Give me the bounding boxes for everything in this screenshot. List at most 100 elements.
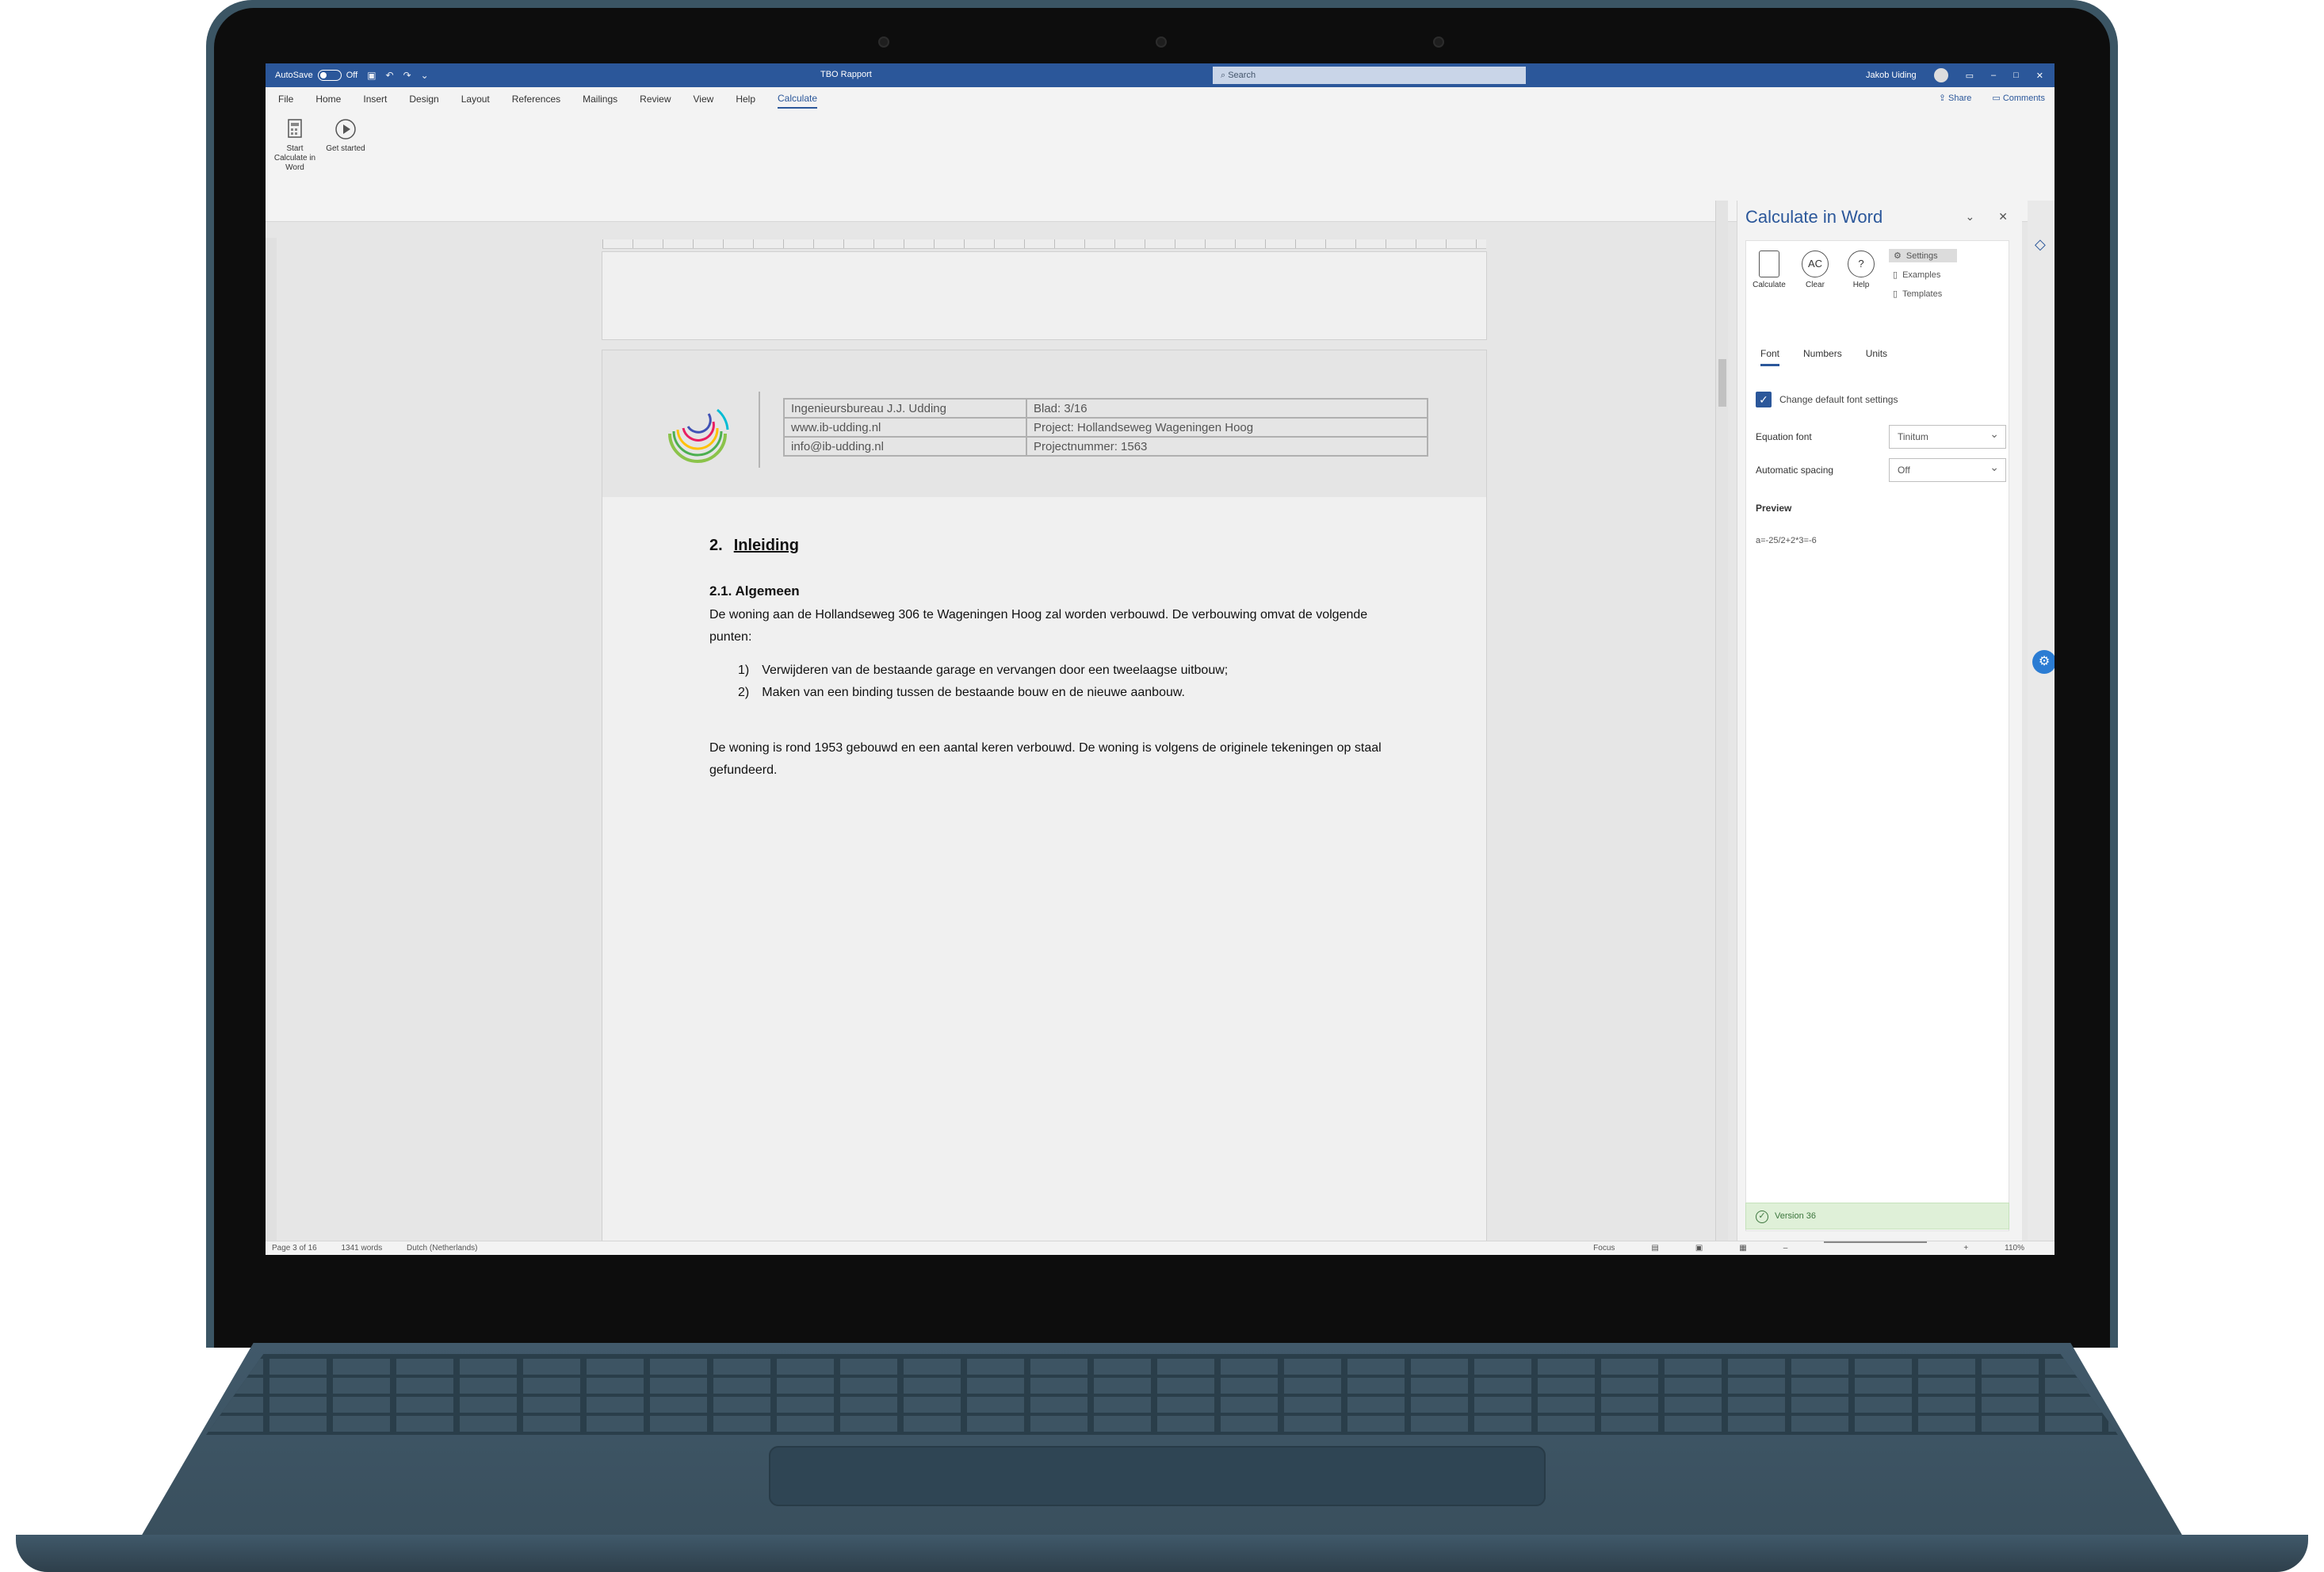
- ribbon-tabs: File Home Insert Design Layout Reference…: [266, 87, 2055, 111]
- document-icon: ▯: [1893, 289, 1898, 299]
- auto-spacing-label: Automatic spacing: [1756, 465, 1834, 476]
- search-placeholder: Search: [1228, 71, 1256, 80]
- previous-page: [602, 252, 1486, 339]
- equation-font-select[interactable]: Tinitum: [1889, 423, 2006, 449]
- start-calculate-button[interactable]: Start Calculate in Word: [270, 117, 319, 173]
- tab-review[interactable]: Review: [640, 90, 671, 108]
- default-font-checkbox-row: ✓ Change default font settings: [1756, 392, 1898, 407]
- autosave[interactable]: AutoSave Off: [275, 70, 357, 81]
- save-icon[interactable]: ▣: [367, 70, 376, 81]
- tab-references[interactable]: References: [512, 90, 560, 108]
- read-mode-icon[interactable]: ▤: [1651, 1241, 1658, 1255]
- task-pane: Calculate in Word ⌄ ✕ Calculate AC Clear…: [1737, 201, 2022, 1241]
- examples-link[interactable]: ▯ Examples: [1893, 270, 1940, 281]
- close-icon[interactable]: ✕: [2036, 71, 2043, 81]
- company-logo: [668, 408, 729, 463]
- templates-label: Templates: [1902, 289, 1943, 299]
- share-label: Share: [1948, 94, 1972, 103]
- table-row: info@ib-udding.nl Projectnummer: 1563: [783, 436, 1428, 457]
- document-scrollbar[interactable]: [1715, 201, 1728, 1241]
- pane-close-icon[interactable]: ✕: [1998, 210, 2008, 224]
- settings-label: Settings: [1905, 251, 1938, 261]
- language-indicator[interactable]: Dutch (Netherlands): [407, 1244, 477, 1253]
- ribbon-display-icon[interactable]: ▭: [1966, 71, 1974, 81]
- maximize-icon[interactable]: □: [2013, 71, 2019, 80]
- addin-icon[interactable]: ⚙: [2032, 650, 2055, 674]
- get-started-button[interactable]: Get started: [321, 117, 370, 154]
- focus-button[interactable]: Focus: [1593, 1241, 1615, 1255]
- customize-icon[interactable]: ⌄: [421, 70, 429, 81]
- calculate-button[interactable]: Calculate: [1749, 251, 1789, 289]
- tab-home[interactable]: Home: [315, 90, 341, 108]
- help-button[interactable]: ? Help: [1841, 251, 1881, 289]
- tab-font[interactable]: Font: [1760, 348, 1780, 366]
- heading-text: Inleiding: [733, 537, 799, 554]
- checkbox-label: Change default font settings: [1779, 394, 1898, 405]
- web-layout-icon[interactable]: ▦: [1739, 1241, 1746, 1255]
- tab-file[interactable]: File: [278, 90, 293, 108]
- tab-calculate[interactable]: Calculate: [778, 90, 818, 109]
- equation-font-label: Equation font: [1756, 431, 1812, 442]
- comments-button[interactable]: ▭ Comments: [1992, 93, 2045, 103]
- templates-link[interactable]: ▯ Templates: [1893, 289, 1943, 300]
- zoom-in-icon[interactable]: +: [1963, 1241, 1968, 1255]
- preview-label: Preview: [1756, 503, 1792, 514]
- tab-insert[interactable]: Insert: [363, 90, 387, 108]
- share-area: ⇪ Share ▭ Comments: [1939, 93, 2045, 103]
- calculate-icon: [1759, 251, 1779, 277]
- screen: AutoSave Off ▣ ↶ ↷ ⌄ TBO Rapport ⌕ Searc…: [266, 63, 2055, 1255]
- preview-text: a=-25/2+2*3=-6: [1756, 536, 1817, 545]
- table-cell: Ingenieursbureau J.J. Udding: [783, 398, 1027, 419]
- tab-layout[interactable]: Layout: [461, 90, 490, 108]
- default-font-checkbox[interactable]: ✓: [1756, 392, 1772, 407]
- clear-label: Clear: [1806, 281, 1825, 289]
- table-cell: Project: Hollandseweg Wageningen Hoog: [1026, 417, 1428, 438]
- document-body[interactable]: 2. Inleiding 2.1. Algemeen De woning aan…: [709, 537, 1391, 782]
- touchpad: [769, 1446, 1546, 1506]
- document-page[interactable]: Ingenieursbureau J.J. Udding Blad: 3/16 …: [602, 350, 1486, 1255]
- pin-icon[interactable]: ◇: [2035, 236, 2046, 253]
- section-heading: 2. Inleiding: [709, 537, 1391, 555]
- table-row: www.ib-udding.nl Project: Hollandseweg W…: [783, 417, 1428, 438]
- clear-button[interactable]: AC Clear: [1795, 251, 1835, 289]
- tab-units[interactable]: Units: [1866, 348, 1887, 366]
- zoom-slider[interactable]: [1824, 1241, 1928, 1243]
- document-title[interactable]: TBO Rapport: [820, 70, 872, 79]
- share-button[interactable]: ⇪ Share: [1939, 93, 1972, 103]
- autosave-toggle[interactable]: [317, 70, 342, 81]
- list-number: 2): [738, 686, 750, 699]
- sensor-dot: [878, 36, 889, 48]
- play-icon: [335, 119, 356, 140]
- undo-icon[interactable]: ↶: [386, 70, 394, 81]
- zoom-out-icon[interactable]: –: [1783, 1241, 1788, 1255]
- calculator-doc-icon: [288, 119, 302, 138]
- word-count[interactable]: 1341 words: [342, 1244, 383, 1253]
- user-name[interactable]: Jakob Uiding: [1866, 71, 1917, 80]
- version-label: Version 36: [1775, 1211, 1816, 1221]
- horizontal-ruler[interactable]: [602, 239, 1486, 249]
- settings-link[interactable]: ⚙ Settings: [1889, 249, 1957, 262]
- pane-options-icon[interactable]: ⌄: [1966, 210, 1975, 224]
- tab-mailings[interactable]: Mailings: [583, 90, 617, 108]
- redo-icon[interactable]: ↷: [403, 70, 411, 81]
- check-circle-icon: ✓: [1756, 1211, 1768, 1223]
- minimize-icon[interactable]: –: [1991, 71, 1996, 80]
- tab-numbers[interactable]: Numbers: [1803, 348, 1842, 366]
- tab-help[interactable]: Help: [736, 90, 755, 108]
- tab-design[interactable]: Design: [409, 90, 438, 108]
- subsection-heading: 2.1. Algemeen: [709, 583, 800, 599]
- print-layout-icon[interactable]: ▣: [1695, 1241, 1703, 1255]
- avatar[interactable]: [1933, 68, 1948, 82]
- page-header: Ingenieursbureau J.J. Udding Blad: 3/16 …: [602, 350, 1486, 497]
- scrollbar-thumb[interactable]: [1718, 359, 1726, 407]
- tab-view[interactable]: View: [694, 90, 714, 108]
- addin-strip: [2028, 201, 2055, 1241]
- help-label: Help: [1852, 281, 1870, 289]
- search-input[interactable]: ⌕ Search: [1213, 67, 1526, 84]
- zoom-level[interactable]: 110%: [2005, 1241, 2024, 1255]
- paragraph: De woning aan de Hollandseweg 306 te Wag…: [709, 608, 1368, 644]
- search-icon: ⌕: [1221, 71, 1229, 80]
- auto-spacing-select[interactable]: Off: [1889, 456, 2006, 482]
- autosave-label: AutoSave: [275, 71, 313, 80]
- page-count[interactable]: Page 3 of 16: [272, 1244, 317, 1253]
